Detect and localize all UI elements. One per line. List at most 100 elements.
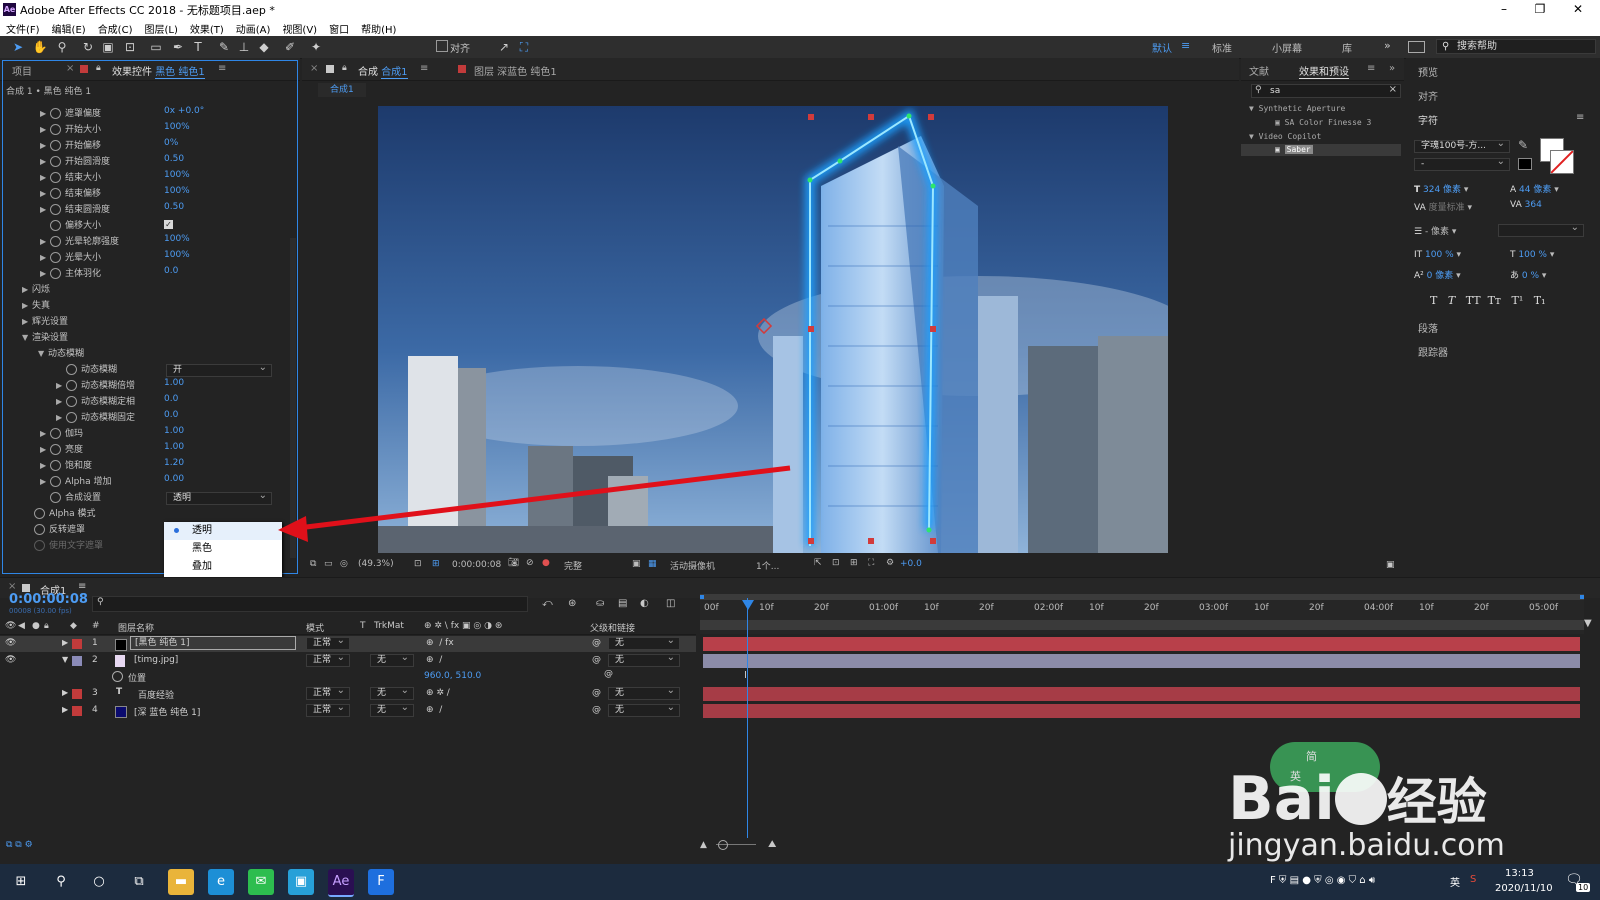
sogou-icon[interactable]: S [1470, 874, 1476, 885]
trkmat-dropdown[interactable]: 无 [370, 652, 414, 667]
solo-toggle-icon[interactable]: ● [32, 621, 40, 631]
shy-icon[interactable]: ⛀ [596, 598, 604, 609]
work-area-bar[interactable] [700, 594, 1584, 600]
tracking-value[interactable]: 364 [1525, 200, 1542, 210]
exposure-value[interactable]: +0.0 [900, 559, 922, 569]
all-caps-button[interactable]: TT [1466, 294, 1481, 307]
lock-toggle-icon[interactable]: 🔒︎ [44, 621, 49, 631]
layer-name-field[interactable]: [黑色 纯色 1] [130, 636, 296, 650]
font-style-dropdown[interactable]: - [1414, 156, 1510, 171]
fast-preview-icon[interactable]: ⊡ [832, 558, 840, 568]
eyedropper-icon[interactable]: ✎ [1518, 138, 1528, 152]
cortana-icon[interactable]: ○ [86, 869, 112, 895]
parent-header[interactable]: 父级和链接 [590, 621, 635, 634]
timeline-scroll-icon[interactable]: ▼ [1584, 618, 1592, 629]
work-area-start-handle[interactable] [700, 595, 704, 599]
pickwhip-icon[interactable]: @ [592, 655, 601, 665]
layer-search-input[interactable]: ⚲ [92, 596, 528, 612]
layer-name-header[interactable]: 图层名称 [118, 621, 154, 634]
audio-toggle-icon[interactable]: ◀︎ [18, 621, 25, 631]
expand-triangle-icon[interactable]: ▶ [62, 638, 68, 647]
layer-row-1[interactable]: 👁︎ ▶ 1 [黑色 纯色 1] 正常 ⊕ / fx @ 无 [0, 635, 696, 652]
layer-row-3[interactable]: ▶ 3 T 百度经验 正常 无 ⊕ ✲ / @ 无 [0, 685, 696, 702]
layer-switches[interactable]: ⊕ / [426, 655, 442, 665]
tree-effect-saber[interactable]: ▣ Saber [1275, 145, 1313, 154]
views-dropdown[interactable]: 1个... [756, 559, 779, 572]
parent-dropdown[interactable]: 无 [608, 652, 680, 667]
clear-search-icon[interactable]: × [1389, 84, 1397, 95]
expand-triangle-icon[interactable]: ▶ [62, 688, 68, 697]
timeline-timecode[interactable]: 0:00:00:08 [9, 592, 88, 607]
region-of-interest-icon[interactable]: ▣ [632, 559, 641, 569]
layer-switches[interactable]: ⊕ / [426, 705, 442, 715]
task-view-icon[interactable]: ⧉ [126, 869, 152, 895]
fit-icon[interactable]: ⊡ [414, 559, 422, 569]
layer-row-4[interactable]: ▶ 4 [深 蓝色 纯色 1] 正常 无 ⊕ / @ 无 [0, 702, 696, 719]
layer-bar-1[interactable] [703, 637, 1580, 651]
parent-dropdown[interactable]: 无 [608, 635, 680, 650]
panel-menu-icon[interactable]: ≡ [1576, 112, 1584, 123]
video-toggle-icon[interactable]: 👁︎ [5, 621, 16, 631]
kerning-row[interactable]: VA 度量标准 ▾ [1414, 200, 1472, 213]
channel-icon[interactable]: ● [542, 558, 550, 568]
layer-label-color[interactable] [72, 639, 82, 649]
parent-dropdown[interactable]: 无 [608, 702, 680, 717]
superscript-button[interactable]: T¹ [1512, 294, 1524, 307]
show-snapshot-icon[interactable]: ⊘ [526, 558, 534, 568]
clock-date[interactable]: 2020/11/10 [1495, 883, 1553, 894]
kerning-value[interactable]: 度量标准 [1429, 203, 1465, 213]
new-folder-icon[interactable]: ▣ [1386, 560, 1395, 570]
black-swatch[interactable] [1518, 158, 1532, 170]
timeline-icon[interactable]: ⊞ [850, 558, 858, 568]
tracking-row[interactable]: VA 364 [1510, 200, 1542, 210]
leading-value[interactable]: 44 像素 [1519, 185, 1551, 195]
expression-pickwhip-icon[interactable]: @ [604, 669, 613, 679]
collapse-triangle-icon[interactable]: ▼ [62, 655, 68, 664]
zoom-slider-thumb[interactable] [718, 840, 728, 850]
zoom-in-icon[interactable]: ⛰ [768, 839, 776, 850]
layer-mode-dropdown[interactable]: 正常 [306, 702, 350, 717]
subscript-button[interactable]: T₁ [1534, 294, 1546, 307]
visibility-icon[interactable]: 👁︎ [5, 638, 16, 648]
tab-effects-presets[interactable]: 效果和预设 [1299, 63, 1349, 79]
layer-name[interactable]: 百度经验 [138, 688, 174, 701]
trkmat-dropdown[interactable]: 无 [370, 702, 414, 717]
windows-start-icon[interactable]: ⊞ [8, 869, 34, 895]
layer-name[interactable]: [深 蓝色 纯色 1] [134, 705, 200, 718]
tree-effect[interactable]: ▣ SA Color Finesse 3 [1275, 118, 1371, 127]
layer-bar-3[interactable] [703, 687, 1580, 701]
tree-folder[interactable]: ▼ Video Copilot [1249, 132, 1321, 141]
timeline-footer-icons[interactable]: ⧉ ⧉ ⚙ [6, 840, 33, 850]
time-ruler[interactable]: 00f 10f 20f 01:00f 10f 20f 02:00f 10f 20f 03:00f 1… [700, 594, 1584, 634]
panel-menu-icon[interactable]: ≡ [1367, 63, 1375, 74]
font-size-row[interactable]: T 324 像素 ▾ [1414, 182, 1468, 195]
system-tray-icons[interactable]: F ⛨ ▤ ● ⛨ ◎ ◉ ⛉ ⌂ 🔊︎ [1270, 875, 1375, 886]
taskbar-search-icon[interactable]: ⚲ [48, 869, 74, 895]
effects-search-input[interactable]: ⚲ sa × [1251, 84, 1401, 98]
vertical-scale-value[interactable]: 100 % [1425, 250, 1454, 260]
viewer-timecode[interactable]: 0:00:00:08 [452, 560, 501, 570]
clock-time[interactable]: 13:13 [1505, 868, 1534, 879]
resolution-dropdown[interactable]: 完整 [564, 559, 582, 572]
stroke-width-value[interactable]: - 像素 [1425, 227, 1449, 237]
tab-info[interactable]: 文献 [1249, 63, 1269, 78]
panel-overflow-icon[interactable]: » [1389, 63, 1395, 74]
always-preview-icon[interactable]: ⧉ [310, 559, 316, 569]
layer-switches[interactable]: ⊕ / fx [426, 638, 454, 648]
frame-blending-icon[interactable]: ▤ [618, 598, 627, 609]
layer-label-color[interactable] [72, 689, 82, 699]
exposure-icon[interactable]: ⚙ [886, 558, 894, 568]
zoom-out-icon[interactable]: ▲ [700, 840, 707, 850]
expand-triangle-icon[interactable]: ▶ [62, 705, 68, 714]
f-app-icon[interactable]: F [368, 869, 394, 895]
camera-dropdown[interactable]: 活动摄像机 [670, 559, 715, 572]
pickwhip-icon[interactable]: @ [592, 705, 601, 715]
hscale-row[interactable]: T 100 % ▾ [1510, 250, 1554, 260]
comp-mini-flowchart-icon[interactable]: ⤺ [542, 598, 553, 609]
layer-mode-dropdown[interactable]: 正常 [306, 652, 350, 667]
faux-bold-button[interactable]: T [1430, 294, 1437, 307]
close-tab-icon[interactable]: × [8, 581, 16, 592]
parent-dropdown[interactable]: 无 [608, 685, 680, 700]
file-explorer-icon[interactable]: ▬ [168, 869, 194, 895]
grid-icon[interactable]: ⊞ [432, 559, 440, 569]
